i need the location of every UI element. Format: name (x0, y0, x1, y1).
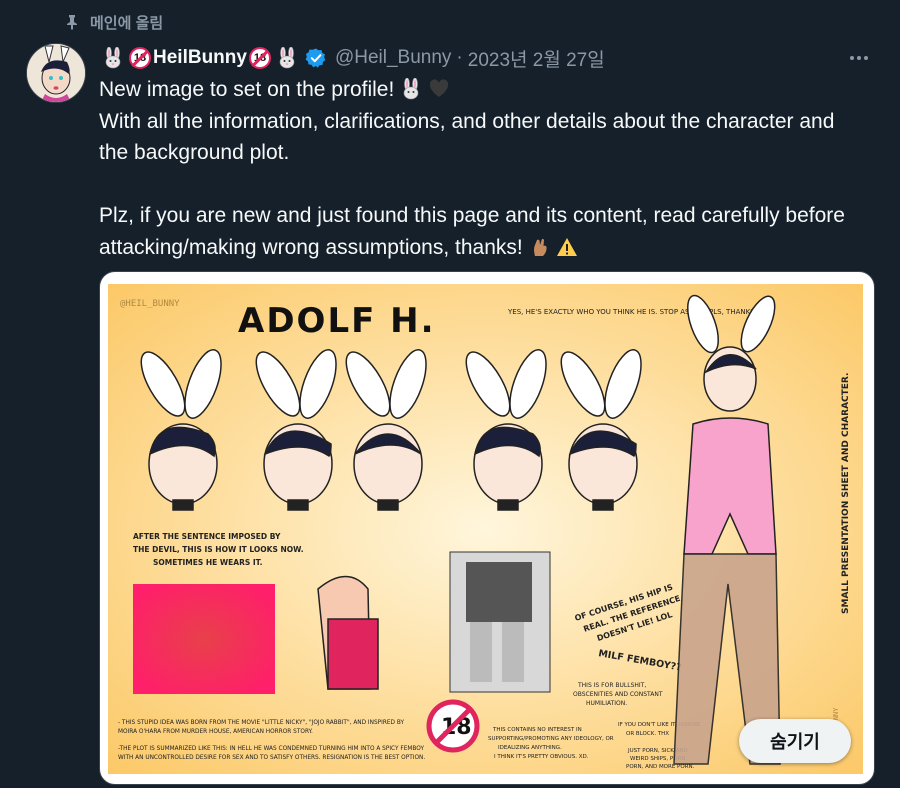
svg-text:IDEALIZING ANYTHING.: IDEALIZING ANYTHING. (498, 745, 562, 751)
svg-text:SMALL PRESENTATION SHEET AND C: SMALL PRESENTATION SHEET AND CHARACTER. (841, 373, 851, 614)
verified-badge-icon[interactable] (305, 47, 327, 69)
tweet-line-2: With all the information, clarifications… (99, 109, 835, 165)
pinned-indicator: 메인에 올림 (64, 10, 163, 34)
note-top: YES, HE'S EXACTLY WHO YOU THINK HE IS. S… (507, 308, 768, 316)
tweet-header: 18 HeilBunny 18 @Heil_Bunny · 2023년 2월 2… (99, 44, 605, 72)
tweet-line: Plz, if you are new and just found this … (99, 200, 869, 263)
tweet-line-3: Plz, if you are new and just found this … (99, 204, 845, 259)
svg-text:-THE PLOT IS SUMMARIZED LIKE T: -THE PLOT IS SUMMARIZED LIKE THIS: IN HE… (118, 746, 424, 752)
svg-text:WITH AN UNCONTROLLED DESIRE FO: WITH AN UNCONTROLLED DESIRE FOR SEX AND … (118, 755, 425, 761)
svg-text:AFTER THE SENTENCE IMPOSED BY: AFTER THE SENTENCE IMPOSED BY (133, 532, 281, 541)
pinching-hand-icon (533, 238, 547, 256)
pinned-label: 메인에 올림 (90, 14, 164, 32)
svg-text:MOIRA O'HARA FROM MURDER HOUSE: MOIRA O'HARA FROM MURDER HOUSE, AMERICAN… (118, 729, 313, 735)
no-under-18-icon: 18 (129, 47, 151, 69)
svg-text:HUMILIATION.: HUMILIATION. (586, 700, 627, 707)
warning-icon (557, 237, 578, 256)
rabbit-emoji-icon (279, 47, 295, 69)
tweet-text: New image to set on the profile! With al… (99, 74, 869, 263)
author-handle[interactable]: @Heil_Bunny (335, 47, 451, 69)
svg-text:PORN, AND MORE PORN.: PORN, AND MORE PORN. (626, 764, 695, 770)
svg-text:THE DEVIL, THIS IS HOW IT LOOK: THE DEVIL, THIS IS HOW IT LOOKS NOW. (133, 545, 304, 554)
pin-icon (67, 15, 77, 30)
svg-text:OR BLOCK. THX: OR BLOCK. THX (626, 731, 669, 737)
tweet-line: New image to set on the profile! (99, 74, 869, 106)
tweet-media[interactable]: @HEIL_BUNNY ADOLF H. YES, HE'S EXACTLY W… (99, 271, 875, 785)
svg-text:SOMETIMES HE WEARS IT.: SOMETIMES HE WEARS IT. (153, 558, 263, 567)
no-under-18-icon: 18 (248, 47, 271, 69)
tweet-date[interactable]: 2023년 2월 27일 (468, 45, 605, 72)
more-options-icon[interactable] (846, 46, 872, 70)
author-display-name[interactable]: HeilBunny (153, 47, 247, 69)
svg-text:SUPPORTING/PROMOTING ANY IDEOL: SUPPORTING/PROMOTING ANY IDEOLOGY, OR (488, 736, 614, 742)
avatar[interactable] (26, 43, 86, 103)
sheet-title: ADOLF H. (238, 301, 436, 341)
separator: · (456, 47, 463, 68)
black-heart-icon (429, 79, 449, 97)
rabbit-emoji-icon (105, 47, 121, 69)
censored-region (133, 584, 275, 694)
no-under-18-icon: 18 (426, 699, 480, 753)
character-sheet-image: @HEIL_BUNNY ADOLF H. YES, HE'S EXACTLY W… (108, 284, 863, 774)
svg-text:OBSCENITIES AND CONSTANT: OBSCENITIES AND CONSTANT (573, 691, 663, 698)
svg-text:THIS IS FOR BULLSHIT,: THIS IS FOR BULLSHIT, (577, 682, 646, 689)
hide-media-button[interactable]: 숨기기 (739, 719, 851, 763)
svg-text:THIS CONTAINS NO INTEREST IN: THIS CONTAINS NO INTEREST IN (492, 727, 582, 733)
svg-text:I THINK IT'S PRETTY OBVIOUS. X: I THINK IT'S PRETTY OBVIOUS. XD. (494, 754, 589, 760)
tweet-line-1: New image to set on the profile! (99, 78, 395, 101)
rabbit-emoji-icon (403, 78, 419, 100)
watermark: @HEIL_BUNNY (120, 299, 180, 309)
svg-text:- THIS STUPID IDEA WAS BORN FR: - THIS STUPID IDEA WAS BORN FROM THE MOV… (118, 720, 405, 726)
